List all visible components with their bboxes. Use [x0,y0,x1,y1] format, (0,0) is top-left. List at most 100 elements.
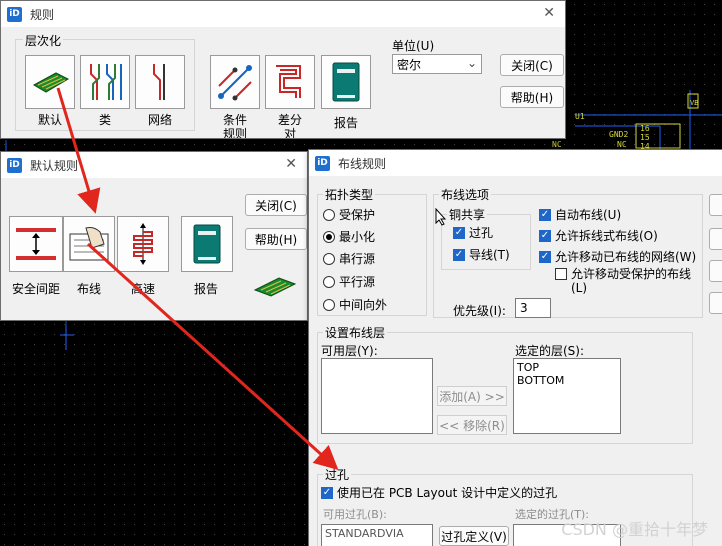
close-icon[interactable]: ✕ [285,156,297,172]
pcb-pin-label: U1 [575,112,585,121]
routing-rules-window: iD 布线规则 拓扑类型 受保护 最小化 串行源 平行源 中间向外 布线选项 铜… [308,149,722,546]
default-report-label: 报告 [193,282,218,296]
default-board-icon [32,72,70,93]
differential-pair-button[interactable] [265,55,315,109]
list-item[interactable]: STANDARDVIA [325,527,429,540]
close-icon[interactable]: ✕ [543,5,555,21]
default-close-button[interactable]: 关闭(C) [245,194,307,216]
default-help-button[interactable]: 帮助(H) [245,228,307,250]
checkbox-checked-icon: ✓ [539,251,551,263]
checkbox-checked-icon: ✓ [539,230,551,242]
net-rules-button[interactable] [135,55,185,109]
layers-label: 设置布线层 [323,324,388,341]
window-title: 默认规则 [30,158,79,173]
conditional-rules-button[interactable] [210,55,260,109]
topology-parallel-radio[interactable]: 平行源 [323,273,375,290]
checkbox-checked-icon: ✓ [453,249,465,261]
watermark: CSDN @重拾十年梦 [561,520,708,539]
rules-titlebar[interactable]: iD 规则 ✕ [1,1,565,27]
allow-move-protected-checkbox[interactable]: 允许移动受保护的布线(L) [555,267,695,295]
allow-move-routed-checkbox[interactable]: ✓ 允许移动已布线的网络(W) [539,250,696,264]
side-button[interactable] [709,194,722,216]
routing-icon [69,227,109,261]
list-item[interactable]: BOTTOM [517,374,617,387]
high-speed-button[interactable] [117,216,169,272]
available-vias-list[interactable]: STANDARDVIA [321,524,433,546]
available-layers-list[interactable] [321,358,433,434]
radio-label: 受保护 [339,208,376,222]
pcb-part-label: VB [690,99,698,107]
checkbox-checked-icon: ✓ [453,227,465,239]
high-speed-icon [133,223,153,265]
rules-window: iD 规则 ✕ 层次化 默认 类 网络 条件 规则 差分 对 报告 单位(U) … [0,0,566,139]
conditional-rules-icon [218,65,252,101]
checkbox-label: 自动布线(U) [555,208,622,222]
default-rules-window: iD 默认规则 ✕ 安全间距 布线 高速 报告 关闭(C) 帮助(H) [0,151,308,321]
rules-help-button[interactable]: 帮助(H) [500,86,564,108]
high-speed-label: 高速 [130,282,155,296]
rules-close-button[interactable]: 关闭(C) [500,54,564,76]
list-item[interactable]: TOP [517,361,617,374]
selected-layers-list[interactable]: TOP BOTTOM [513,358,621,434]
clearance-icon [16,228,56,260]
default-report-button[interactable] [181,216,233,272]
topology-protected-radio[interactable]: 受保护 [323,206,375,223]
remove-layer-button[interactable]: << 移除(R) [437,415,507,435]
checkbox-checked-icon: ✓ [321,487,333,499]
unit-label: 单位(U) [392,39,435,53]
report-button[interactable] [321,55,371,109]
side-button[interactable] [709,292,722,314]
available-layers-label: 可用层(Y): [321,344,378,358]
radio-label: 最小化 [339,230,376,244]
radio-icon [323,208,335,221]
board-icon [253,277,297,297]
checkbox-checked-icon: ✓ [539,209,551,221]
auto-route-checkbox[interactable]: ✓ 自动布线(U) [539,208,621,222]
report-label: 报告 [333,116,358,130]
selected-layers-label: 选定的层(S): [515,344,585,358]
routing-button[interactable] [63,216,115,272]
copper-share-trace-checkbox[interactable]: ✓ 导线(T) [453,248,510,262]
default-rules-titlebar[interactable]: iD 默认规则 ✕ [1,152,307,178]
class-label: 类 [98,113,111,127]
net-class-icon [90,64,122,100]
radio-label: 中间向外 [339,298,388,312]
report-icon [332,62,360,102]
pcb-pin-label: 16 [640,124,650,133]
differential-pair-icon [276,65,301,98]
clearance-button[interactable] [9,216,63,272]
topology-minimize-radio[interactable]: 最小化 [323,228,375,245]
differential-pair-label: 差分对 [277,113,302,139]
hierarchy-label: 层次化 [23,32,64,49]
copper-share-via-checkbox[interactable]: ✓ 过孔 [453,226,493,240]
clearance-label: 安全间距 [11,282,60,296]
allow-ripup-checkbox[interactable]: ✓ 允许拆线式布线(O) [539,229,658,243]
side-button[interactable] [709,228,722,250]
topology-serial-radio[interactable]: 串行源 [323,250,375,267]
chevron-down-icon: ⌄ [466,56,477,70]
app-icon: iD [7,157,22,173]
radio-label: 平行源 [339,275,376,289]
radio-icon [323,275,335,288]
via-define-button[interactable]: 过孔定义(V) [439,526,509,546]
routing-options-label: 布线选项 [439,186,492,203]
pcb-pin-label: GND2 [609,130,628,139]
priority-input[interactable]: 3 [515,298,551,318]
side-button[interactable] [709,260,722,282]
radio-selected-icon [323,230,335,243]
checkbox-label: 允许拆线式布线(O) [555,229,658,243]
topology-label: 拓扑类型 [323,186,376,203]
use-pcb-vias-checkbox[interactable]: ✓ 使用已在 PCB Layout 设计中定义的过孔 [321,486,557,500]
class-rules-button[interactable] [80,55,130,109]
window-title: 布线规则 [338,156,387,171]
topology-midout-radio[interactable]: 中间向外 [323,296,387,313]
checkbox-label: 允许移动已布线的网络(W) [555,250,697,264]
copper-share-label: 铜共享 [447,206,488,223]
routing-rules-titlebar[interactable]: iD 布线规则 [309,150,722,176]
add-layer-button[interactable]: 添加(A) >> [437,386,507,406]
default-rules-button[interactable] [25,55,75,109]
report-icon [193,224,221,264]
unit-select[interactable]: 密尔 ⌄ [392,54,482,74]
routing-label: 布线 [76,282,101,296]
checkbox-label: 使用已在 PCB Layout 设计中定义的过孔 [337,486,558,500]
